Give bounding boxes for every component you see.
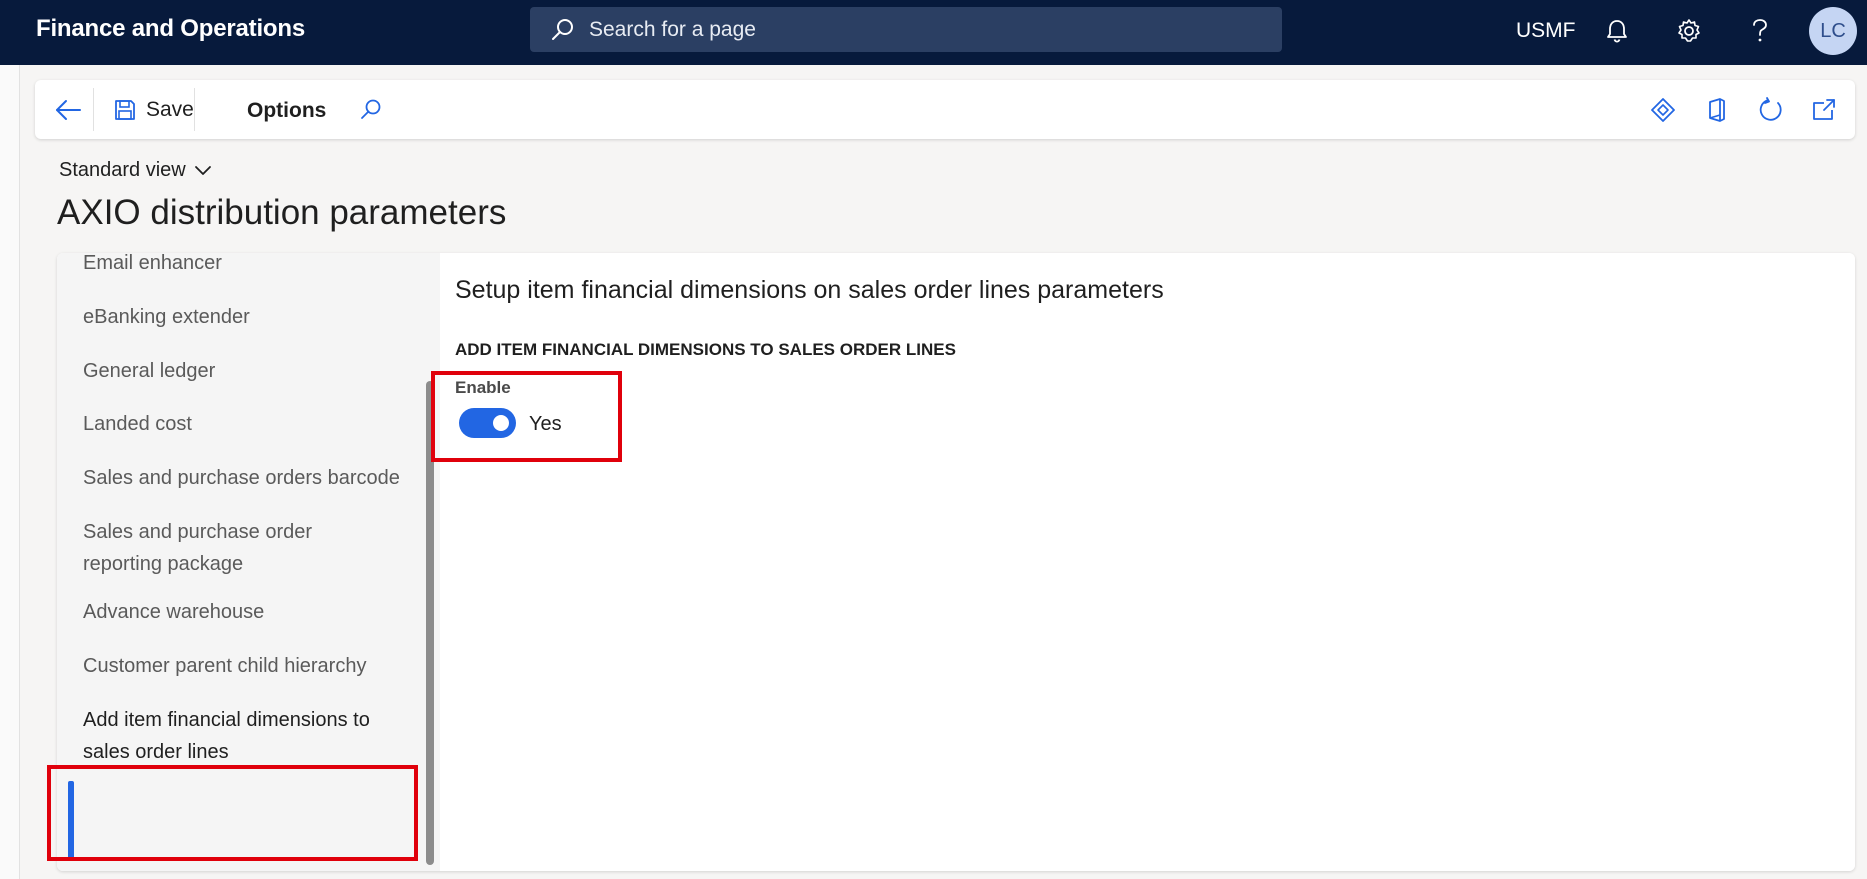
nav-item-customer-parent-child-hierarchy[interactable]: Customer parent child hierarchy (83, 650, 413, 682)
chevron-down-icon (194, 166, 211, 175)
top-nav-bar: Finance and Operations Search for a page… (0, 0, 1867, 65)
gear-icon (1678, 19, 1700, 42)
view-label: Standard view (59, 159, 186, 181)
help-button[interactable] (1741, 12, 1779, 50)
view-selector[interactable]: Standard view (59, 157, 212, 183)
separator (194, 88, 195, 131)
options-tab[interactable]: Options (247, 98, 326, 124)
enable-toggle-value: Yes (529, 413, 562, 435)
group-title: ADD ITEM FINANCIAL DIMENSIONS TO SALES O… (455, 340, 956, 359)
open-new-window-button[interactable] (1804, 90, 1844, 130)
nav-item-sales-purchase-order-reporting[interactable]: Sales and purchase order reporting packa… (83, 516, 353, 580)
nav-scrollbar-thumb[interactable] (426, 381, 434, 865)
selected-indicator (68, 781, 74, 861)
enable-label: Enable (455, 378, 511, 397)
save-button[interactable]: Save (107, 90, 200, 130)
pop-out-icon (1813, 99, 1835, 120)
action-search-button[interactable] (353, 92, 389, 128)
parameters-form: Email enhancer eBanking extender General… (57, 253, 1855, 871)
office-button[interactable] (1697, 90, 1737, 130)
search-placeholder: Search for a page (589, 18, 756, 41)
nav-item-sales-purchase-orders-barcode[interactable]: Sales and purchase orders barcode (83, 462, 413, 494)
question-mark-icon (1753, 19, 1767, 42)
left-nav-rail (0, 65, 20, 879)
company-picker[interactable]: USMF (1516, 18, 1576, 44)
page-search-box[interactable]: Search for a page (530, 7, 1282, 52)
nav-item-email-enhancer[interactable]: Email enhancer (83, 253, 413, 279)
nav-item-advance-warehouse[interactable]: Advance warehouse (83, 596, 413, 628)
nav-item-landed-cost[interactable]: Landed cost (83, 408, 413, 440)
search-icon (361, 99, 381, 119)
nav-item-ebanking-extender[interactable]: eBanking extender (83, 301, 413, 333)
toggle-knob (493, 415, 509, 431)
office-icon (1709, 98, 1725, 122)
bell-icon (1607, 20, 1627, 43)
arrow-left-icon (56, 100, 81, 120)
search-icon (552, 19, 573, 40)
parameters-nav-pane: Email enhancer eBanking extender General… (57, 253, 440, 871)
action-pane: Save Options (35, 80, 1855, 139)
separator (93, 88, 94, 131)
save-icon (115, 100, 135, 120)
nav-item-add-item-financial-dimensions[interactable]: Add item financial dimensions to sales o… (83, 704, 383, 768)
nav-item-general-ledger[interactable]: General ledger (83, 355, 413, 387)
notifications-button[interactable] (1598, 12, 1636, 50)
power-apps-button[interactable] (1643, 90, 1683, 130)
back-button[interactable] (47, 90, 89, 130)
enable-toggle[interactable] (459, 408, 516, 438)
page-title: AXIO distribution parameters (57, 193, 507, 232)
save-label: Save (146, 98, 194, 121)
refresh-icon (1759, 97, 1782, 121)
refresh-button[interactable] (1751, 90, 1791, 130)
detail-pane: Setup item financial dimensions on sales… (440, 253, 1855, 871)
section-title: Setup item financial dimensions on sales… (455, 276, 1164, 304)
app-title[interactable]: Finance and Operations (36, 14, 305, 44)
user-avatar[interactable]: LC (1809, 7, 1857, 55)
diamond-icon (1651, 98, 1675, 122)
settings-button[interactable] (1670, 12, 1708, 50)
